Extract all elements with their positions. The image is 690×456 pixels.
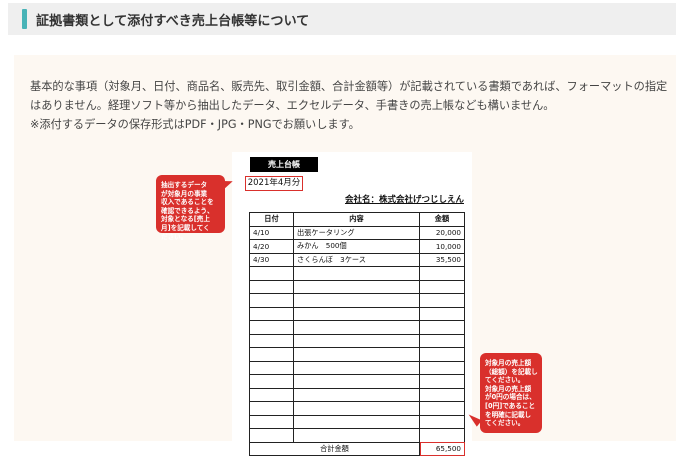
- row-date: 4/20: [249, 239, 294, 254]
- file-format-note: ※添付するデータの保存形式はPDF・JPG・PNGでお願いします。: [30, 118, 360, 131]
- column-header-content: 内容: [293, 212, 420, 227]
- section-title: 証拠書類として添付すべき売上台帳等について: [36, 14, 310, 29]
- empty-row: [249, 320, 465, 335]
- empty-row: [249, 293, 465, 308]
- callout-line: 抽出するデータ: [161, 181, 208, 189]
- callout-line: 対象月の売上額: [485, 359, 532, 367]
- sales-ledger-sample: 売上台帳 2021年4月分 会社名：株式会社げつじしえん 日付 内容 金額 4/…: [232, 152, 472, 456]
- callout-line: が対象月の事業: [161, 189, 208, 198]
- empty-row: [249, 387, 465, 402]
- callout-period-note: 抽出するデータ が対象月の事業 収入であることを 確認できるよう、 対象となる[…: [156, 175, 225, 241]
- empty-row: [249, 374, 465, 389]
- callout-line: てください。: [485, 376, 525, 385]
- empty-row: [249, 414, 465, 429]
- ledger-header-row: 日付 内容 金額: [249, 212, 465, 227]
- callout-line: が0円の場合は、: [485, 393, 536, 402]
- callout-line: を明確に記載し: [485, 410, 532, 419]
- empty-row: [249, 306, 465, 321]
- callout-line: （総額）を記載し: [485, 367, 538, 376]
- callout-line: ださい。: [161, 232, 188, 241]
- row-content: さくらんぼ 3ケース: [293, 252, 420, 267]
- header-accent-bar: [22, 9, 27, 29]
- row-amount: 35,500: [419, 252, 465, 267]
- ledger-period: 2021年4月分: [245, 176, 303, 191]
- table-row: 4/30 さくらんぼ 3ケース 35,500: [249, 252, 465, 267]
- callout-line: 対象となる[売上: [161, 215, 210, 224]
- empty-row: [249, 333, 465, 348]
- ledger-total-row: 合計金額 65,500: [249, 441, 465, 456]
- row-amount: 10,000: [419, 239, 465, 254]
- empty-row: [249, 266, 465, 281]
- empty-row: [249, 360, 465, 375]
- row-content: みかん 500個: [293, 239, 420, 254]
- row-date: 4/10: [249, 225, 294, 240]
- empty-row: [249, 401, 465, 416]
- total-amount: 65,500: [419, 441, 465, 456]
- table-row: 4/10 出張ケータリング 20,000: [249, 225, 465, 240]
- callout-line: 収入であることを: [161, 198, 214, 207]
- empty-row: [249, 347, 465, 362]
- total-label: 合計金額: [249, 441, 420, 456]
- callout-line: てください。: [485, 419, 525, 428]
- description-line-2: はありません。経理ソフト等から抽出したデータ、エクセルデータ、手書きの売上帳など…: [30, 99, 555, 112]
- column-header-date: 日付: [249, 212, 294, 227]
- column-header-amount: 金額: [419, 212, 465, 227]
- callout-line: 月]を記載してく: [161, 223, 210, 232]
- section-header: 証拠書類として添付すべき売上台帳等について: [8, 3, 676, 35]
- ledger-company-name: 会社名：株式会社げつじしえん: [344, 195, 464, 205]
- ledger-table: 日付 内容 金額 4/10 出張ケータリング 20,000 4/20 みかん 5…: [249, 212, 465, 456]
- callout-total-note: 対象月の売上額 （総額）を記載し てください。 対象月の売上額 が0円の場合は、…: [480, 353, 542, 433]
- row-amount: 20,000: [419, 225, 465, 240]
- callout-line: [0円]であること: [485, 401, 536, 410]
- content-panel: 基本的な事項（対象月、日付、商品名、販売先、取引金額、合計金額等）が記載されてい…: [14, 55, 676, 456]
- empty-row: [249, 279, 465, 294]
- row-date: 4/30: [249, 252, 294, 267]
- empty-row: [249, 428, 465, 443]
- description-line-1: 基本的な事項（対象月、日付、商品名、販売先、取引金額、合計金額等）が記載されてい…: [30, 80, 668, 93]
- ledger-title: 売上台帳: [250, 157, 318, 172]
- table-row: 4/20 みかん 500個 10,000: [249, 239, 465, 254]
- row-content: 出張ケータリング: [293, 225, 420, 240]
